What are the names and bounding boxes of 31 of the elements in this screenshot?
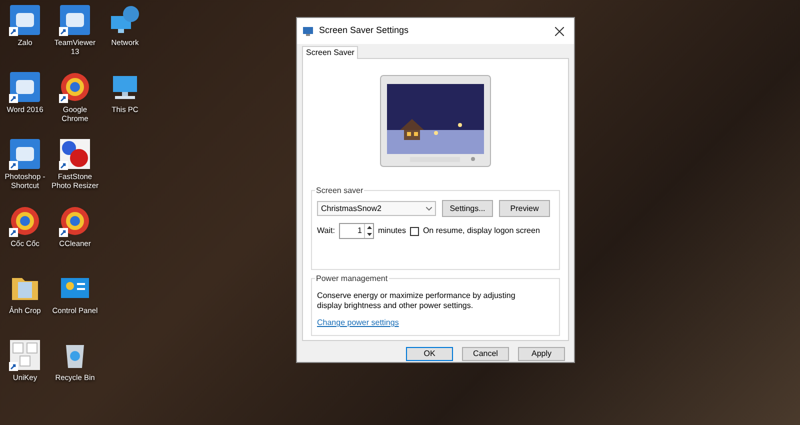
round-app-icon [9, 205, 41, 237]
logon-checkbox[interactable] [410, 226, 419, 236]
close-icon [554, 26, 564, 36]
round-app-icon [59, 71, 91, 103]
round-app-icon [59, 205, 91, 237]
wait-spinner-field[interactable]: 1 [338, 223, 374, 239]
app-tile-icon [9, 71, 41, 103]
network-monitor-icon [109, 4, 141, 36]
change-power-settings-link[interactable]: Change power settings [317, 317, 399, 329]
app-tile-icon [59, 4, 91, 36]
window-title: Screen Saver Settings [319, 24, 409, 38]
keyboard-keys-icon [9, 339, 41, 371]
minutes-label: minutes [378, 225, 406, 237]
dialog-button[interactable]: Cancel [462, 347, 509, 361]
chevron-down-icon [426, 206, 432, 210]
dialog-button[interactable]: Apply [518, 347, 565, 361]
wait-label: Wait: [317, 225, 335, 237]
dialog-button[interactable]: Preview [499, 200, 550, 217]
group-heading: Power management [315, 273, 389, 285]
dialog-button[interactable]: Settings... [442, 200, 493, 217]
circles-icon [59, 138, 91, 170]
screen-saver-dropdown[interactable]: ChristmasSnow2 [317, 201, 436, 216]
app-tile-icon [9, 4, 41, 36]
tab[interactable]: Screen Saver [302, 46, 358, 59]
spin-down-icon[interactable] [364, 231, 374, 238]
power-description: Conserve energy or maximize performance by adjusting display brightness and other power settings. [317, 291, 516, 311]
app-tile-icon [9, 138, 41, 170]
spin-up-icon[interactable] [364, 224, 374, 231]
monitor-icon [303, 26, 313, 36]
dialog-button[interactable]: OK [406, 347, 453, 361]
checkbox-label: On resume, display logon screen [422, 225, 540, 237]
